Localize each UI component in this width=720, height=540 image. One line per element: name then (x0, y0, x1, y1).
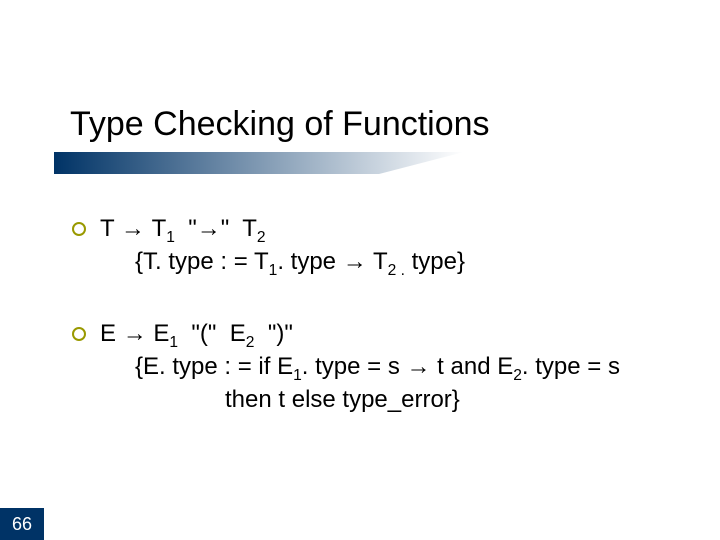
slide-title: Type Checking of Functions (70, 105, 490, 144)
rule-e-semantic-line1: {E. type : = if E1. type = s → t and E2.… (135, 353, 680, 381)
bullet-icon (72, 327, 86, 341)
rule-e-semantic-line2: then t else type_error} (225, 386, 680, 414)
page-number: 66 (0, 508, 44, 540)
rule-t-production: T → T1 "→" T2 (100, 215, 680, 243)
slide: Type Checking of Functions T → T1 "→" T2… (0, 0, 720, 540)
title-underline (54, 150, 464, 180)
bullet-icon (72, 222, 86, 236)
rule-t-semantic: {T. type : = T1. type → T2 . type} (135, 248, 680, 276)
rule-e-production: E → E1 "(" E2 ")" (100, 320, 680, 348)
